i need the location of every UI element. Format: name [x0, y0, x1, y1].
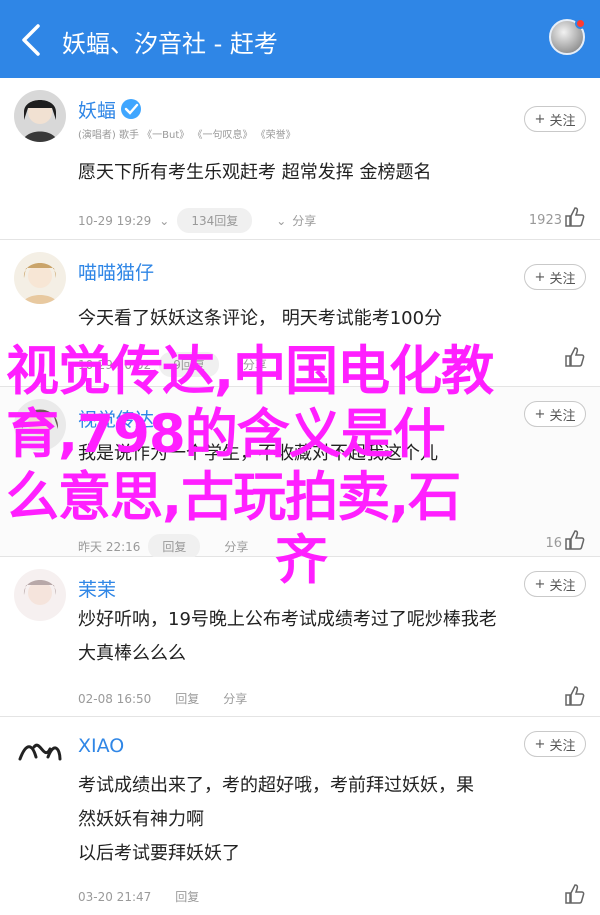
more-icon: ⌄ — [276, 213, 287, 228]
comment-text: 愿天下所有考生乐观赶考 超常发挥 金榜题名 — [78, 162, 432, 183]
comment-item: XIAO + 关注 考试成绩出来了，考的超好哦，考前拜过妖妖，果 然妖妖有神力啊… — [0, 717, 600, 915]
avatar[interactable] — [14, 729, 66, 781]
comment-author[interactable]: 妖蝠 — [78, 96, 142, 123]
like-button[interactable] — [564, 685, 586, 707]
thumbs-up-icon — [565, 207, 585, 227]
avatar[interactable] — [14, 90, 66, 142]
thumbs-up-icon — [565, 686, 585, 706]
comment-author[interactable]: XIAO — [78, 735, 124, 757]
more-icon[interactable]: ⌄ — [159, 214, 169, 228]
share-button[interactable]: ⌄ 分享 — [276, 212, 316, 229]
follow-button[interactable]: + 关注 — [524, 106, 586, 132]
avatar[interactable] — [14, 252, 66, 304]
page-title: 妖蝠、汐音社 - 赶考 — [62, 30, 278, 58]
author-subtitle: (演唱者) 歌手 《一But》 《一句叹息》 《荣誉》 — [78, 130, 296, 141]
like-button[interactable] — [564, 883, 586, 905]
reply-button[interactable]: 回复 — [175, 690, 199, 707]
comment-text: 今天看了妖妖这条评论， 明天考试能考100分 — [78, 308, 443, 329]
comment-meta: 10-29 19:29 ⌄ 134回复 ⌄ 分享 — [78, 208, 316, 233]
overlay-caption: 视觉传达,中国电化教 育,798的含义是什 么意思,古玩拍卖,石 齐 — [6, 341, 494, 591]
follow-button[interactable]: + 关注 — [524, 731, 586, 757]
notification-dot — [575, 18, 586, 29]
comment-text: 炒好听呐，19号晚上公布考试成绩考过了呢炒棒我老 大真棒么么么 — [78, 609, 497, 664]
reply-count-button[interactable]: 134回复 — [177, 208, 253, 233]
thumbs-up-icon — [565, 884, 585, 904]
like-count: 1923 — [528, 213, 562, 228]
comment-time: 02-08 16:50 — [78, 691, 152, 706]
verified-icon — [121, 99, 142, 119]
like-button[interactable]: 1923 — [529, 206, 586, 228]
back-arrow-icon[interactable] — [18, 22, 48, 58]
comment-item: 妖蝠 (演唱者) 歌手 《一But》 《一句叹息》 《荣誉》 + 关注 愿天下所… — [0, 78, 600, 240]
comment-time: 10-29 19:29 — [78, 213, 152, 228]
comment-meta: 02-08 16:50 回复 分享 — [78, 690, 247, 707]
comment-time: 03-20 21:47 — [78, 889, 152, 904]
comment-author[interactable]: 喵喵猫仔 — [78, 258, 154, 285]
follow-button[interactable]: + 关注 — [524, 264, 586, 290]
share-button[interactable]: 分享 — [223, 690, 247, 707]
reply-button[interactable]: 回复 — [175, 888, 199, 905]
user-avatar[interactable] — [549, 18, 586, 55]
top-bar: 妖蝠、汐音社 - 赶考 — [0, 0, 600, 78]
comment-meta: 03-20 21:47 回复 — [78, 888, 199, 905]
comment-text: 考试成绩出来了，考的超好哦，考前拜过妖妖，果 然妖妖有神力啊 以后考试要拜妖妖了 — [78, 775, 474, 864]
